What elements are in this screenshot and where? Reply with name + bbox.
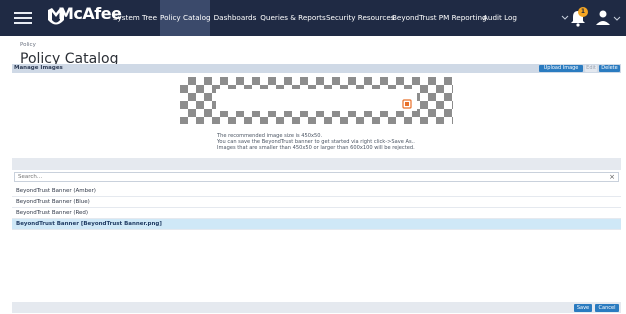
edit-button[interactable]: Edit [585, 65, 597, 72]
nav-dashboards[interactable]: Dashboards [210, 0, 260, 36]
upload-image-button[interactable]: Upload Image [539, 65, 583, 72]
breadcrumb[interactable]: Policy [20, 42, 36, 48]
list-item[interactable]: BeyondTrust Banner (Amber) [12, 186, 621, 197]
clear-icon[interactable]: × [609, 172, 615, 182]
manage-images-header: Manage Images Upload Image Edit Delete [12, 64, 621, 73]
section-title: Manage Images [14, 65, 63, 71]
nav-policy-catalog[interactable]: Policy Catalog [160, 0, 211, 36]
list-item[interactable]: BeyondTrust Banner (Blue) [12, 197, 621, 208]
cancel-button[interactable]: Cancel [595, 304, 619, 312]
hamburger-menu-icon[interactable] [14, 9, 32, 27]
save-button[interactable]: Save [574, 304, 592, 312]
banner-preview [216, 89, 417, 111]
nav-audit-log[interactable]: Audit Log [480, 0, 520, 36]
notification-badge: 1 [578, 7, 588, 17]
image-preview-area: The recommended image size is 450x50. Yo… [12, 73, 621, 158]
list-item[interactable]: BeyondTrust Banner (Red) [12, 208, 621, 219]
nav-security-resources[interactable]: Security Resources [326, 0, 395, 36]
beyondtrust-logo-icon [402, 99, 412, 109]
image-list: BeyondTrust Banner (Amber) BeyondTrust B… [12, 186, 621, 230]
hint-line-3: Images that are smaller than 450x50 or l… [217, 145, 415, 152]
divider-band [12, 158, 621, 170]
nav-queries-reports[interactable]: Queries & Reports [260, 0, 326, 36]
image-preview-checkerboard [180, 77, 453, 124]
search-input[interactable] [18, 173, 598, 181]
user-icon[interactable] [594, 8, 622, 28]
delete-button[interactable]: Delete [599, 65, 620, 72]
nav-system-tree[interactable]: System Tree [110, 0, 160, 36]
footer-bar: Save Cancel [12, 302, 621, 313]
nav-beyondtrust-pm-reporting[interactable]: BeyondTrust PM Reporting [392, 0, 487, 36]
search-field[interactable]: × [14, 172, 619, 182]
image-size-hint: The recommended image size is 450x50. Yo… [217, 133, 415, 151]
top-navigation-bar: McAfee System Tree Policy Catalog Dashbo… [0, 0, 626, 36]
list-item-selected[interactable]: BeyondTrust Banner [BeyondTrust Banner.p… [12, 219, 621, 230]
